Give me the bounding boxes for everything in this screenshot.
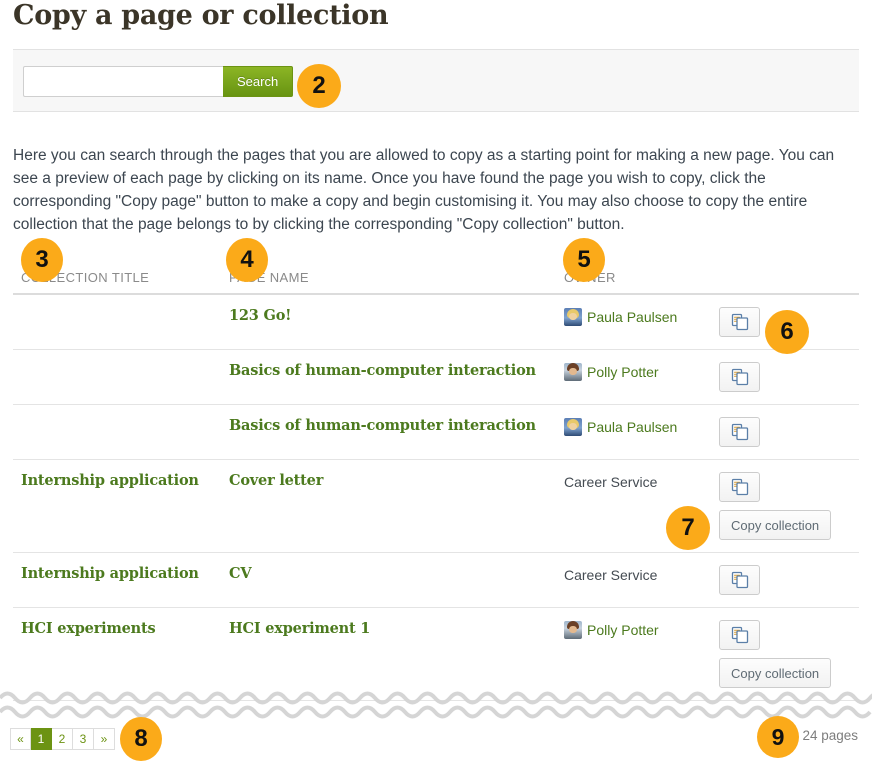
actions-stack [719, 565, 851, 595]
page-title: Copy a page or collection [13, 0, 388, 31]
page-name-link[interactable]: CV [221, 553, 556, 608]
search-panel: Search [13, 49, 859, 112]
owner-cell: Career Service [556, 553, 711, 608]
copy-pages-icon [731, 313, 749, 331]
table-row: Internship applicationCover letter Career… [13, 460, 859, 553]
copy-page-button[interactable] [719, 472, 760, 502]
row-actions: Copy collection [711, 460, 859, 553]
column-header-page-name: PAGE NAME [221, 270, 556, 294]
collection-title-link[interactable]: Internship application [13, 460, 221, 553]
row-actions [711, 405, 859, 460]
row-actions [711, 350, 859, 405]
pagination-first[interactable]: « [10, 728, 31, 750]
actions-stack [719, 362, 851, 392]
search-input[interactable] [23, 66, 223, 97]
table-row: 123 Go! Paula Paulsen [13, 294, 859, 350]
collection-title-link [13, 405, 221, 460]
pagination-page-1[interactable]: 1 [31, 728, 52, 750]
paula-avatar [564, 308, 582, 326]
owner-cell[interactable]: Polly Potter [556, 608, 711, 701]
search-button[interactable]: Search [223, 66, 293, 97]
callout-badge-3: 3 [21, 238, 63, 282]
table-row: Basics of human-computer interaction Paul… [13, 405, 859, 460]
callout-badge-8: 8 [120, 717, 162, 761]
copy-collection-button[interactable]: Copy collection [719, 658, 831, 688]
owner-wrapper: Paula Paulsen [564, 417, 703, 437]
copy-pages-icon [731, 368, 749, 386]
table-body: 123 Go!Paula PaulsenBasics of human-comp… [13, 294, 859, 701]
copy-pages-icon [731, 478, 749, 496]
callout-badge-6: 6 [765, 310, 809, 354]
copy-page-button[interactable] [719, 307, 760, 337]
copy-page-button[interactable] [719, 417, 760, 447]
page-name-link[interactable]: Basics of human-computer interaction [221, 405, 556, 460]
callout-badge-9: 9 [757, 716, 799, 758]
row-actions: Copy collection [711, 608, 859, 701]
owner-wrapper: Polly Potter [564, 362, 703, 382]
owner-cell[interactable]: Paula Paulsen [556, 294, 711, 350]
row-actions [711, 553, 859, 608]
callout-badge-7: 7 [666, 506, 710, 550]
copy-page-button[interactable] [719, 620, 760, 650]
copy-page-button[interactable] [719, 565, 760, 595]
owner-name: Paula Paulsen [587, 417, 677, 437]
owner-wrapper: Paula Paulsen [564, 307, 703, 327]
search-form: Search [23, 66, 293, 97]
owner-name: Paula Paulsen [587, 307, 677, 327]
pagination[interactable]: «123» [10, 728, 115, 750]
collection-title-link [13, 350, 221, 405]
owner-cell[interactable]: Paula Paulsen [556, 405, 711, 460]
owner-wrapper: Career Service [564, 565, 703, 585]
pagination-page-3[interactable]: 3 [73, 728, 94, 750]
pagination-next[interactable]: » [94, 728, 115, 750]
column-header-actions [711, 270, 859, 294]
copy-page-or-collection-screen: Copy a page or collection Search Here yo… [0, 0, 872, 761]
wave-divider [0, 688, 872, 722]
owner-wrapper: Career Service [564, 472, 703, 492]
copy-pages-icon [731, 626, 749, 644]
owner-name: Polly Potter [587, 362, 659, 382]
collection-title-link[interactable]: Internship application [13, 553, 221, 608]
page-name-link[interactable]: HCI experiment 1 [221, 608, 556, 701]
actions-stack: Copy collection [719, 472, 851, 540]
page-name-link[interactable]: Basics of human-computer interaction [221, 350, 556, 405]
page-name-link[interactable]: 123 Go! [221, 294, 556, 350]
page-count-label: 24 pages [802, 728, 858, 743]
copy-pages-icon [731, 423, 749, 441]
pages-table: COLLECTION TITLE PAGE NAME OWNER 123 Go!… [13, 270, 859, 701]
polly-avatar [564, 621, 582, 639]
callout-badge-2: 2 [297, 64, 341, 108]
copy-page-button[interactable] [719, 362, 760, 392]
actions-stack [719, 417, 851, 447]
table-header-row: COLLECTION TITLE PAGE NAME OWNER [13, 270, 859, 294]
copy-pages-icon [731, 571, 749, 589]
table-row: Internship applicationCV Career Service [13, 553, 859, 608]
collection-title-link[interactable]: HCI experiments [13, 608, 221, 701]
owner-name: Career Service [564, 565, 657, 585]
page-name-link[interactable]: Cover letter [221, 460, 556, 553]
owner-cell[interactable]: Polly Potter [556, 350, 711, 405]
owner-name: Career Service [564, 472, 657, 492]
callout-badge-4: 4 [226, 238, 268, 282]
actions-stack: Copy collection [719, 620, 851, 688]
pagination-page-2[interactable]: 2 [52, 728, 73, 750]
paula-avatar [564, 418, 582, 436]
table-row: Basics of human-computer interaction Poll… [13, 350, 859, 405]
collection-title-link [13, 294, 221, 350]
table-row: HCI experimentsHCI experiment 1 Polly Pot… [13, 608, 859, 701]
polly-avatar [564, 363, 582, 381]
page-description: Here you can search through the pages th… [13, 144, 859, 236]
callout-badge-5: 5 [563, 238, 605, 282]
copy-collection-button[interactable]: Copy collection [719, 510, 831, 540]
owner-name: Polly Potter [587, 620, 659, 640]
owner-wrapper: Polly Potter [564, 620, 703, 640]
